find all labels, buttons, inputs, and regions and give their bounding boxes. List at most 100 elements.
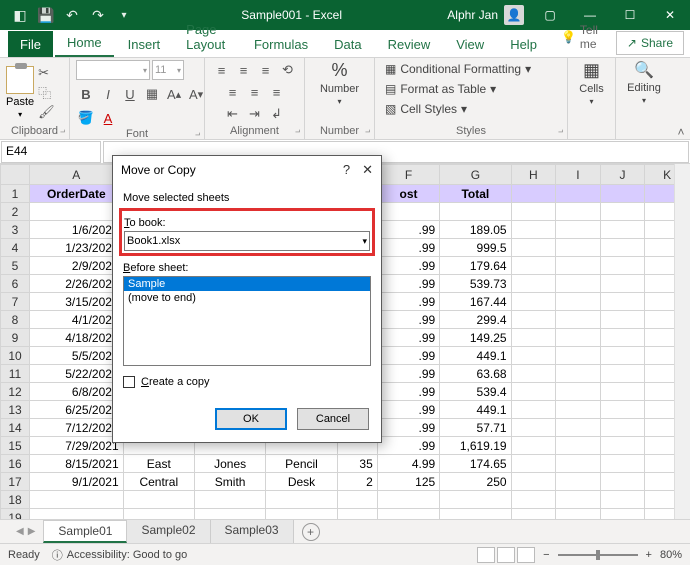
tab-page-layout[interactable]: Page Layout bbox=[174, 16, 240, 57]
cell-D17[interactable]: Desk bbox=[266, 473, 337, 491]
align-bottom-icon[interactable]: ≡ bbox=[256, 60, 276, 80]
cell-F13[interactable]: .99 bbox=[377, 401, 439, 419]
user-account[interactable]: Alphr Jan 👤 bbox=[447, 5, 530, 25]
cell-D18[interactable] bbox=[266, 491, 337, 509]
cell-D16[interactable]: Pencil bbox=[266, 455, 337, 473]
cell-H9[interactable] bbox=[511, 329, 556, 347]
cell-H18[interactable] bbox=[511, 491, 556, 509]
cell-B18[interactable] bbox=[123, 491, 194, 509]
name-box[interactable]: E44 bbox=[1, 141, 101, 163]
cell-B17[interactable]: Central bbox=[123, 473, 194, 491]
zoom-level[interactable]: 80% bbox=[660, 549, 682, 561]
cell-H12[interactable] bbox=[511, 383, 556, 401]
cell-A12[interactable]: 6/8/2021 bbox=[29, 383, 123, 401]
cell-F14[interactable]: .99 bbox=[377, 419, 439, 437]
row-header-12[interactable]: 12 bbox=[1, 383, 30, 401]
col-header-A[interactable]: A bbox=[29, 165, 123, 185]
cell-A9[interactable]: 4/18/2021 bbox=[29, 329, 123, 347]
list-item[interactable]: (move to end) bbox=[124, 291, 370, 305]
cell-J9[interactable] bbox=[600, 329, 645, 347]
cell-A18[interactable] bbox=[29, 491, 123, 509]
cell-A17[interactable]: 9/1/2021 bbox=[29, 473, 123, 491]
align-center-icon[interactable]: ≡ bbox=[245, 82, 265, 102]
cell-I15[interactable] bbox=[556, 437, 601, 455]
cell-G7[interactable]: 167.44 bbox=[440, 293, 511, 311]
maximize-icon[interactable]: ☐ bbox=[610, 0, 650, 30]
cell-I10[interactable] bbox=[556, 347, 601, 365]
cell-G17[interactable]: 250 bbox=[440, 473, 511, 491]
cell-E19[interactable] bbox=[337, 509, 377, 520]
cell-A8[interactable]: 4/1/2021 bbox=[29, 311, 123, 329]
select-all-corner[interactable] bbox=[1, 165, 30, 185]
cell-I4[interactable] bbox=[556, 239, 601, 257]
cell-H10[interactable] bbox=[511, 347, 556, 365]
cell-I17[interactable] bbox=[556, 473, 601, 491]
view-buttons[interactable] bbox=[477, 547, 535, 563]
col-header-J[interactable]: J bbox=[600, 165, 645, 185]
row-header-15[interactable]: 15 bbox=[1, 437, 30, 455]
fill-color-button[interactable]: 🪣 bbox=[76, 108, 96, 128]
cell-F2[interactable] bbox=[377, 203, 439, 221]
cut-icon[interactable]: ✂ bbox=[38, 65, 55, 81]
font-color-button[interactable]: A bbox=[98, 108, 118, 128]
cell-H4[interactable] bbox=[511, 239, 556, 257]
cell-F17[interactable]: 125 bbox=[377, 473, 439, 491]
tab-help[interactable]: Help bbox=[498, 31, 549, 57]
orientation-icon[interactable]: ⟲ bbox=[278, 60, 298, 80]
col-header-H[interactable]: H bbox=[511, 165, 556, 185]
cell-G12[interactable]: 539.4 bbox=[440, 383, 511, 401]
cell-F10[interactable]: .99 bbox=[377, 347, 439, 365]
cell-I6[interactable] bbox=[556, 275, 601, 293]
cell-G3[interactable]: 189.05 bbox=[440, 221, 511, 239]
row-header-6[interactable]: 6 bbox=[1, 275, 30, 293]
cell-A11[interactable]: 5/22/2021 bbox=[29, 365, 123, 383]
cell-J1[interactable] bbox=[600, 185, 645, 203]
cell-A19[interactable] bbox=[29, 509, 123, 520]
cell-I14[interactable] bbox=[556, 419, 601, 437]
cell-G4[interactable]: 999.5 bbox=[440, 239, 511, 257]
zoom-in-button[interactable]: + bbox=[646, 549, 652, 561]
cell-B16[interactable]: East bbox=[123, 455, 194, 473]
cell-A1[interactable]: OrderDate bbox=[29, 185, 123, 203]
cell-I2[interactable] bbox=[556, 203, 601, 221]
row-header-18[interactable]: 18 bbox=[1, 491, 30, 509]
cell-H11[interactable] bbox=[511, 365, 556, 383]
indent-decrease-icon[interactable]: ⇤ bbox=[223, 104, 243, 124]
zoom-out-button[interactable]: − bbox=[543, 549, 549, 561]
cell-F4[interactable]: .99 bbox=[377, 239, 439, 257]
cell-E16[interactable]: 35 bbox=[337, 455, 377, 473]
cell-A16[interactable]: 8/15/2021 bbox=[29, 455, 123, 473]
font-size-select[interactable]: 11▾ bbox=[152, 60, 184, 80]
cell-F7[interactable]: .99 bbox=[377, 293, 439, 311]
underline-button[interactable]: U bbox=[120, 84, 140, 104]
cell-I8[interactable] bbox=[556, 311, 601, 329]
cell-A6[interactable]: 2/26/2021 bbox=[29, 275, 123, 293]
border-button[interactable]: ▦ bbox=[142, 84, 162, 104]
cell-G2[interactable] bbox=[440, 203, 511, 221]
number-format-icon[interactable]: % bbox=[331, 60, 347, 81]
find-icon[interactable]: 🔍 bbox=[634, 60, 654, 80]
row-header-9[interactable]: 9 bbox=[1, 329, 30, 347]
cell-I16[interactable] bbox=[556, 455, 601, 473]
sheet-nav-next-icon[interactable]: ▶ bbox=[28, 526, 36, 537]
accessibility-status[interactable]: ⓘAccessibility: Good to go bbox=[52, 547, 187, 563]
vertical-scrollbar[interactable] bbox=[674, 164, 690, 519]
cell-J4[interactable] bbox=[600, 239, 645, 257]
tab-formulas[interactable]: Formulas bbox=[242, 31, 320, 57]
undo-icon[interactable]: ↶ bbox=[60, 3, 84, 27]
cell-F1[interactable]: ost bbox=[377, 185, 439, 203]
cell-J14[interactable] bbox=[600, 419, 645, 437]
row-header-10[interactable]: 10 bbox=[1, 347, 30, 365]
cell-F9[interactable]: .99 bbox=[377, 329, 439, 347]
cell-J11[interactable] bbox=[600, 365, 645, 383]
cell-F12[interactable]: .99 bbox=[377, 383, 439, 401]
cell-I9[interactable] bbox=[556, 329, 601, 347]
col-header-F[interactable]: F bbox=[377, 165, 439, 185]
cell-J5[interactable] bbox=[600, 257, 645, 275]
autosave-icon[interactable]: ◧ bbox=[8, 3, 32, 27]
cell-F11[interactable]: .99 bbox=[377, 365, 439, 383]
cell-E18[interactable] bbox=[337, 491, 377, 509]
cell-I1[interactable] bbox=[556, 185, 601, 203]
cell-H19[interactable] bbox=[511, 509, 556, 520]
tab-data[interactable]: Data bbox=[322, 31, 373, 57]
